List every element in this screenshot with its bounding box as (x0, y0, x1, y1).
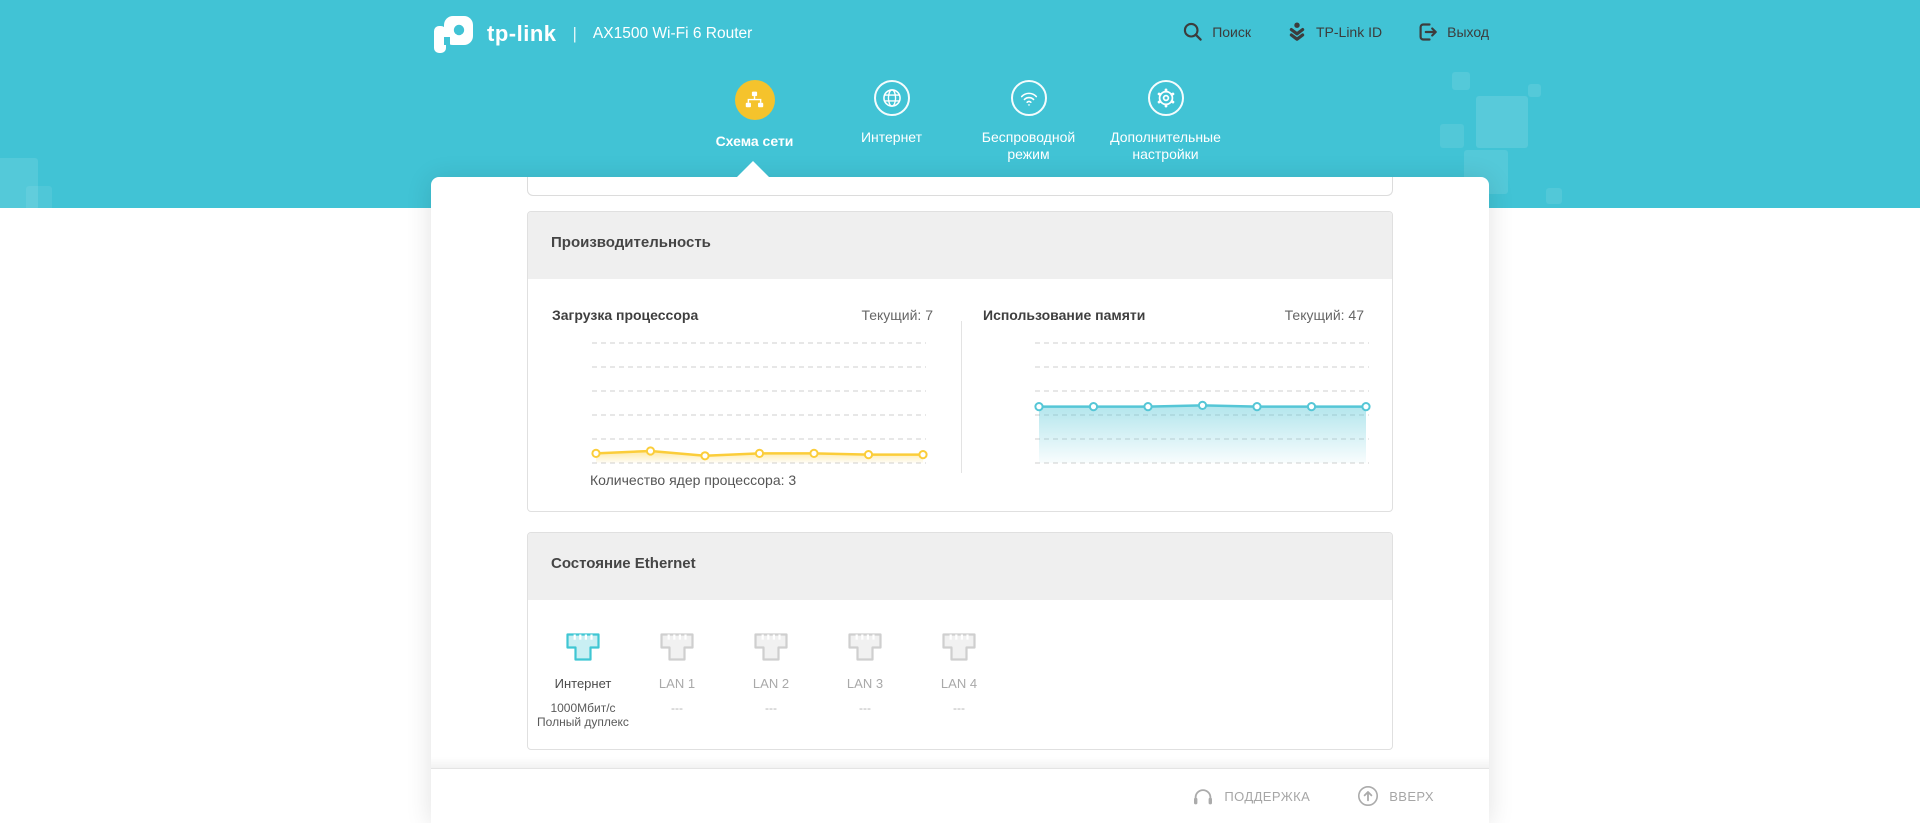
search-icon (1181, 20, 1205, 44)
port-lan2: LAN 2 --- (724, 632, 818, 729)
content-card: Производительность Загрузка процессора Т… (431, 177, 1489, 823)
logout-label: Выход (1447, 24, 1489, 40)
logout-icon (1416, 20, 1440, 44)
tab-internet[interactable]: Интернет (823, 80, 960, 163)
main-navigation: Схема сети Интернет (686, 80, 1234, 163)
performance-panel: Производительность Загрузка процессора Т… (527, 211, 1393, 512)
header-actions: Поиск TP-Link ID Выход (1181, 20, 1489, 44)
decor-square (1440, 124, 1464, 148)
sitemap-icon (743, 89, 766, 112)
page: tp-link | AX1500 Wi-Fi 6 Router Поиск TP… (0, 0, 1920, 823)
tab-wireless[interactable]: Беспроводной режим (960, 80, 1097, 163)
memory-chart-title: Использование памяти (983, 307, 1145, 323)
tab-icon-circle (1148, 80, 1184, 116)
port-lan4: LAN 4 --- (912, 632, 1006, 729)
search-button[interactable]: Поиск (1181, 20, 1251, 44)
back-to-top-label: ВВЕРХ (1389, 789, 1434, 804)
memory-chart: Использование памяти Текущий: 47 (962, 279, 1392, 511)
ethernet-port-icon (753, 632, 789, 662)
port-status: --- (953, 701, 965, 715)
globe-icon (881, 87, 903, 109)
tplink-id-label: TP-Link ID (1316, 24, 1382, 40)
cpu-line-chart (592, 337, 926, 469)
tplink-id-icon (1285, 20, 1309, 44)
tab-icon-circle (1011, 80, 1047, 116)
tab-label: Дополнительные настройки (1103, 129, 1228, 163)
port-internet: Интернет 1000Мбит/с Полный дуплекс (536, 632, 630, 729)
cpu-cores-label: Количество ядер процессора: 3 (590, 472, 961, 488)
ethernet-port-icon (847, 632, 883, 662)
cpu-chart: Загрузка процессора Текущий: 7 Количеств… (528, 279, 961, 511)
tab-icon-circle (874, 80, 910, 116)
wifi-icon (1018, 87, 1040, 109)
tplink-logo-icon (431, 14, 477, 54)
tplink-id-button[interactable]: TP-Link ID (1285, 20, 1382, 44)
ethernet-port-icon (565, 632, 601, 662)
ethernet-port-icon (941, 632, 977, 662)
ethernet-ports: Интернет 1000Мбит/с Полный дуплекс LAN 1… (528, 600, 1392, 749)
decor-square (1546, 188, 1562, 204)
tab-label: Интернет (861, 129, 922, 146)
port-label: LAN 1 (659, 676, 695, 691)
decor-square (1476, 96, 1528, 148)
port-label: LAN 4 (941, 676, 977, 691)
ethernet-panel-header: Состояние Ethernet (528, 533, 1392, 600)
logout-button[interactable]: Выход (1416, 20, 1489, 44)
tab-advanced-settings[interactable]: Дополнительные настройки (1097, 80, 1234, 163)
arrow-up-circle-icon (1356, 784, 1380, 808)
tab-label: Беспроводной режим (966, 129, 1091, 163)
ethernet-title: Состояние Ethernet (551, 555, 1392, 572)
memory-current-value: Текущий: 47 (1285, 307, 1364, 323)
port-label: LAN 3 (847, 676, 883, 691)
cpu-chart-title: Загрузка процессора (552, 307, 698, 323)
port-status: 1000Мбит/с Полный дуплекс (537, 701, 629, 729)
ethernet-panel: Состояние Ethernet Интернет 1000Мбит/с П… (527, 532, 1393, 750)
decor-square (26, 186, 52, 212)
active-tab-pointer (737, 161, 769, 177)
port-lan1: LAN 1 --- (630, 632, 724, 729)
support-link[interactable]: ПОДДЕРЖКА (1191, 784, 1310, 808)
performance-charts: Загрузка процессора Текущий: 7 Количеств… (528, 279, 1392, 511)
ethernet-port-icon (659, 632, 695, 662)
port-status: --- (859, 701, 871, 715)
brand-separator: | (569, 24, 581, 44)
port-lan3: LAN 3 --- (818, 632, 912, 729)
router-model-title: AX1500 Wi-Fi 6 Router (593, 25, 752, 43)
brand: tp-link | AX1500 Wi-Fi 6 Router (431, 14, 752, 54)
decor-square (1528, 84, 1541, 97)
port-label: LAN 2 (753, 676, 789, 691)
performance-panel-header: Производительность (528, 212, 1392, 279)
cpu-current-value: Текущий: 7 (861, 307, 933, 323)
memory-line-chart (1035, 337, 1369, 469)
tab-network-map[interactable]: Схема сети (686, 80, 823, 163)
port-status: --- (765, 701, 777, 715)
decor-square (1452, 72, 1470, 90)
scrolled-panel-bottom (527, 177, 1393, 196)
port-status: --- (671, 701, 683, 715)
performance-title: Производительность (551, 234, 1392, 251)
tab-icon-circle (735, 80, 775, 120)
support-label: ПОДДЕРЖКА (1224, 789, 1310, 804)
search-label: Поиск (1212, 24, 1251, 40)
card-footer: ПОДДЕРЖКА ВВЕРХ (431, 768, 1489, 823)
gear-icon (1155, 87, 1177, 109)
port-label: Интернет (555, 676, 612, 691)
logo-text: tp-link (487, 21, 557, 47)
headset-icon (1191, 784, 1215, 808)
tab-label: Схема сети (716, 133, 794, 150)
back-to-top-link[interactable]: ВВЕРХ (1356, 784, 1434, 808)
